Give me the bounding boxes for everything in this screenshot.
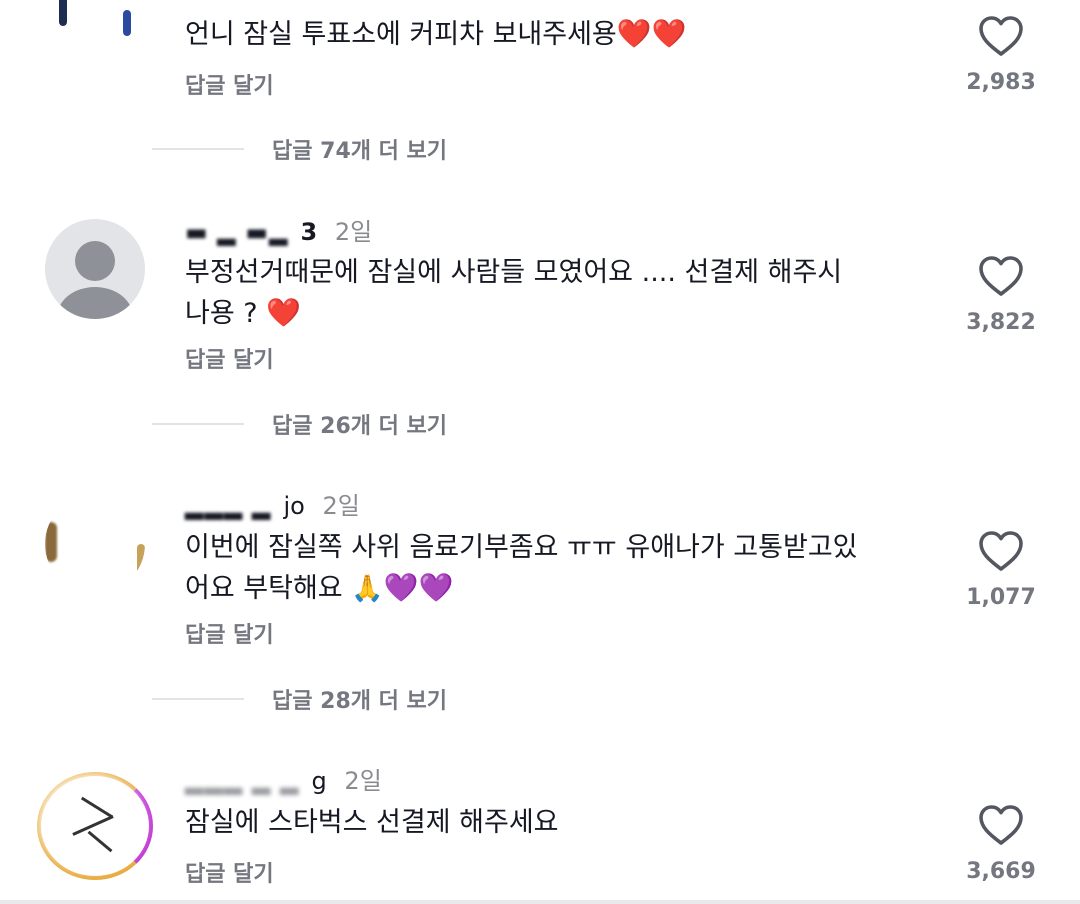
comment-age: 2일	[344, 767, 382, 795]
avatar[interactable]	[45, 219, 145, 319]
view-more-replies-label: 답글 26개 더 보기	[272, 414, 448, 439]
like-count: 3,669	[966, 859, 1036, 884]
view-more-replies[interactable]: 답글 28개 더 보기	[152, 684, 447, 714]
view-more-replies[interactable]: 답글 74개 더 보기	[152, 134, 447, 164]
avatar[interactable]	[45, 494, 145, 594]
like-count: 3,822	[966, 310, 1036, 335]
reply-button[interactable]: 답글 달기	[185, 617, 274, 649]
like-count: 1,077	[966, 585, 1036, 610]
comment-username[interactable]: ▂▂▂ ▂ jo 2일	[185, 486, 360, 521]
comment-text: 이번에 잠실쪽 사위 음료기부좀요 ㅠㅠ 유애나가 고통받고있어요 부탁해요 🙏…	[185, 532, 858, 604]
like-button[interactable]: 1,077	[960, 529, 1042, 610]
like-count: 2,983	[966, 70, 1036, 95]
avatar[interactable]	[35, 770, 155, 882]
heart-outline-icon	[979, 16, 1023, 56]
heart-emoji: ❤️	[266, 296, 302, 329]
divider-line	[152, 148, 244, 150]
person-placeholder-icon	[75, 241, 115, 281]
pray-emoji: 🙏	[351, 574, 384, 604]
purple-heart-emoji: 💜💜	[383, 571, 454, 604]
reply-button[interactable]: 답글 달기	[185, 342, 274, 374]
comment-text: 부정선거때문에 잠실에 사람들 모였어요 .... 선결제 해주시나용 ? ❤️	[185, 257, 843, 329]
comment-age: 2일	[334, 218, 373, 246]
comment-username[interactable]: ▂▂▂ ▂ ▂ g 2일	[185, 761, 382, 796]
heart-emoji: ❤️❤️	[616, 17, 687, 50]
like-button[interactable]: 3,669	[960, 803, 1042, 884]
bottom-divider	[0, 900, 1080, 904]
heart-outline-icon	[979, 531, 1023, 571]
like-button[interactable]: 3,822	[960, 254, 1042, 335]
view-more-replies-label: 답글 74개 더 보기	[272, 139, 448, 164]
heart-outline-icon	[979, 256, 1023, 296]
comment-text: 잠실에 스타벅스 선결제 해주세요	[185, 807, 559, 838]
divider-line	[152, 698, 244, 700]
view-more-replies-label: 답글 28개 더 보기	[272, 689, 448, 714]
comment-age: 2일	[322, 492, 360, 520]
comment-text: 언니 잠실 투표소에 커피차 보내주세용❤️❤️	[185, 17, 687, 50]
avatar[interactable]	[45, 0, 145, 60]
reply-button[interactable]: 답글 달기	[185, 68, 274, 100]
heart-outline-icon	[979, 805, 1023, 845]
like-button[interactable]: 2,983	[960, 14, 1042, 95]
divider-line	[152, 423, 244, 425]
view-more-replies[interactable]: 답글 26개 더 보기	[152, 409, 447, 439]
comment-username[interactable]: ▬ ▂ ▬▂ 3 2일	[155, 198, 373, 247]
reply-button[interactable]: 답글 달기	[185, 856, 274, 888]
